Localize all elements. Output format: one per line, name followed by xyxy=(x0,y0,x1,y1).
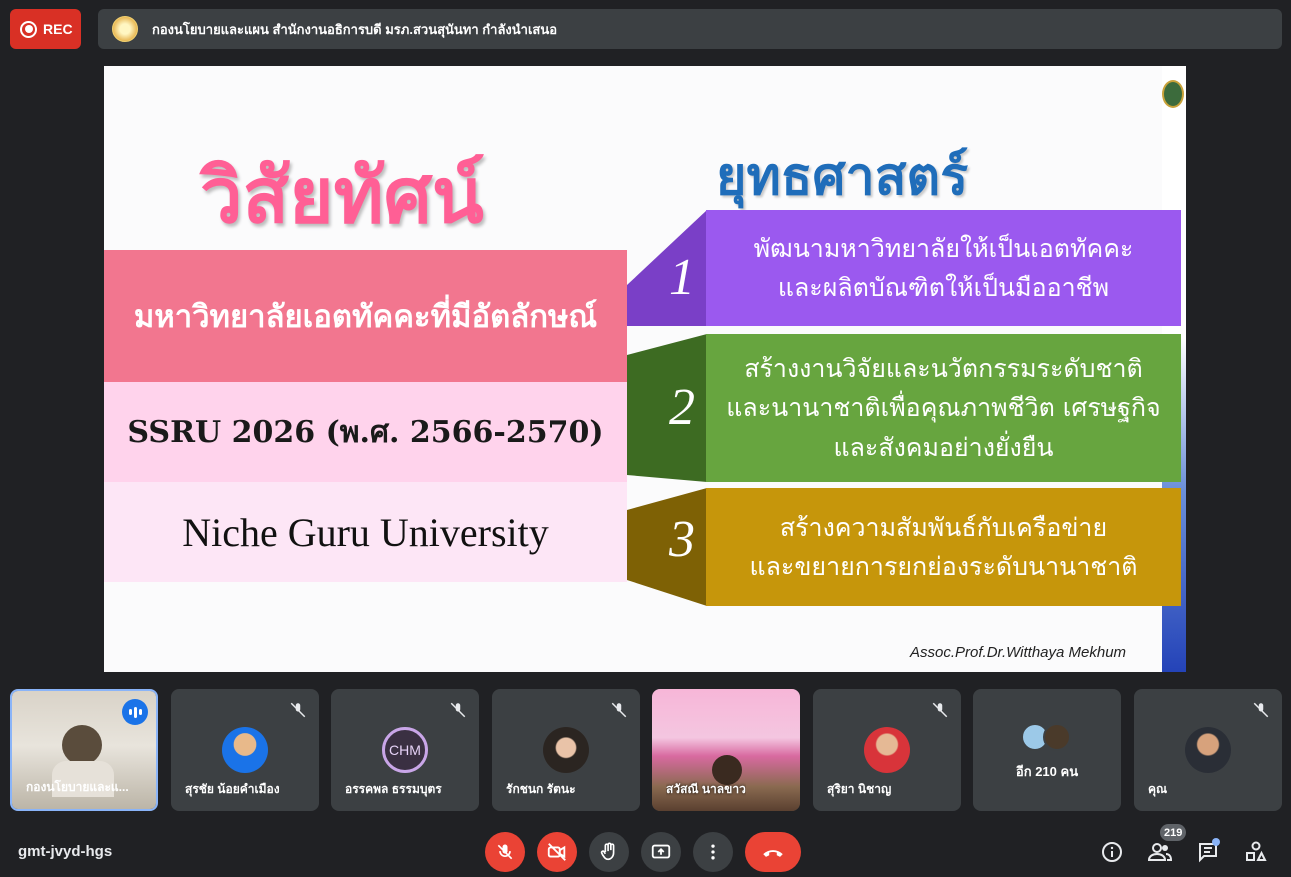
speaking-indicator-icon xyxy=(122,699,148,725)
participant-tile[interactable]: สุริยา นิชาญ xyxy=(813,689,961,811)
presenter-avatar xyxy=(112,16,138,42)
avatar xyxy=(1185,727,1231,773)
participant-tile[interactable]: สุรชัย น้อยคำเมือง xyxy=(171,689,319,811)
meeting-details-button[interactable] xyxy=(1098,838,1126,866)
plan-period: SSRU 2026 (พ.ศ. 2566-2570) xyxy=(104,382,627,482)
mic-toggle-button[interactable] xyxy=(485,832,525,872)
strategy-2-box: สร้างงานวิจัยและนวัตกรรมระดับชาติ และนาน… xyxy=(706,334,1181,482)
participant-name: สวัสณี นาลขาว xyxy=(666,782,746,796)
presentation-slide: วิสัยทัศน์ ยุทธศาสตร์ มหาวิทยาลัยเอตทัคค… xyxy=(104,66,1186,672)
strategy-2-line-2: และนานาชาติเพื่อคุณภาพชีวิต เศรษฐกิจ xyxy=(726,393,1161,423)
others-count: อีก 210 คน xyxy=(1015,764,1079,779)
more-icon xyxy=(711,844,715,860)
avatar xyxy=(1043,723,1071,751)
people-count-badge: 219 xyxy=(1160,824,1187,841)
strategy-title: ยุทธศาสตร์ xyxy=(716,146,969,207)
activities-button[interactable] xyxy=(1242,838,1270,866)
avatar xyxy=(864,727,910,773)
presenter-text: กองนโยบายและแผน สำนักงานอธิการบดี มรภ.สว… xyxy=(152,21,558,37)
avatar xyxy=(543,727,589,773)
strategy-2-line-3: และสังคมอย่างยั่งยืน xyxy=(833,432,1054,462)
mic-off-icon xyxy=(497,844,513,860)
mic-off-icon xyxy=(611,702,627,718)
slide-credit: Assoc.Prof.Dr.Witthaya Mekhum xyxy=(910,644,1127,661)
activities-icon xyxy=(1246,841,1267,861)
participant-name: คุณ xyxy=(1148,782,1168,796)
vision-statement: มหาวิทยาลัยเอตทัคคะที่มีอัตลักษณ์ xyxy=(104,250,627,382)
participant-name: สุรชัย น้อยคำเมือง xyxy=(185,782,280,796)
people-button[interactable] xyxy=(1146,838,1174,866)
tagline: Niche Guru University xyxy=(104,482,627,582)
strategy-2-line-1: สร้างงานวิจัยและนวัตกรรมระดับชาติ xyxy=(744,353,1143,383)
vision-title: วิสัยทัศน์ xyxy=(200,151,484,240)
present-button[interactable] xyxy=(641,832,681,872)
participant-tile[interactable]: สวัสณี นาลขาว xyxy=(652,689,800,811)
info-icon xyxy=(1102,842,1122,862)
strategy-1-line-2: และผลิตบัณฑิตให้เป็นมืออาชีพ xyxy=(777,273,1110,302)
participant-name: รักชนก รัตนะ xyxy=(506,782,576,796)
mic-off-icon xyxy=(932,702,948,718)
presenter-video-person xyxy=(62,725,102,765)
meeting-code: gmt-jvyd-hgs xyxy=(18,843,113,860)
mic-off-icon xyxy=(290,702,306,718)
recording-indicator: REC xyxy=(10,9,81,49)
avatar xyxy=(222,727,268,773)
strategy-3-line-1: สร้างความสัมพันธ์กับเครือข่าย xyxy=(779,512,1108,542)
participant-tile-self[interactable]: คุณ xyxy=(1134,689,1282,811)
record-icon xyxy=(20,20,37,38)
present-icon xyxy=(651,844,671,859)
presenter-banner: กองนโยบายและแผน สำนักงานอธิการบดี มรภ.สว… xyxy=(98,9,1282,49)
people-icon xyxy=(1147,843,1173,861)
strategy-1-box: พัฒนามหาวิทยาลัยให้เป็นเอตทัคคะ และผลิตบ… xyxy=(706,210,1181,326)
camera-off-icon xyxy=(547,843,566,861)
participant-tile-others[interactable]: อีก 210 คน xyxy=(973,689,1121,811)
strategy-3-box: สร้างความสัมพันธ์กับเครือข่าย และขยายการ… xyxy=(706,488,1181,606)
raise-hand-button[interactable] xyxy=(589,832,629,872)
raise-hand-icon xyxy=(600,842,615,861)
more-options-button[interactable] xyxy=(693,832,733,872)
participant-tile[interactable]: รักชนก รัตนะ xyxy=(492,689,640,811)
strategy-1-line-1: พัฒนามหาวิทยาลัยให้เป็นเอตทัคคะ xyxy=(753,233,1134,263)
participant-name: สุริยา นิชาญ xyxy=(827,782,892,796)
end-call-icon xyxy=(763,850,783,857)
avatar: CHM xyxy=(382,727,428,773)
camera-toggle-button[interactable] xyxy=(537,832,577,872)
participant-tile[interactable]: CHM อรรคพล ธรรมบุตร xyxy=(331,689,479,811)
end-call-button[interactable] xyxy=(745,832,801,872)
participant-tile-presenter[interactable]: กองนโยบายและแ... xyxy=(10,689,158,811)
participant-name: กองนโยบายและแ... xyxy=(26,780,129,794)
strategy-3-line-2: และขยายการยกย่องระดับนานาชาติ xyxy=(749,552,1138,581)
participant-name: อรรคพล ธรรมบุตร xyxy=(345,782,442,796)
chat-notification-dot xyxy=(1212,838,1220,846)
recording-label: REC xyxy=(43,21,73,37)
mic-off-icon xyxy=(1253,702,1269,718)
university-emblem-icon xyxy=(1162,80,1184,108)
mic-off-icon xyxy=(450,702,466,718)
